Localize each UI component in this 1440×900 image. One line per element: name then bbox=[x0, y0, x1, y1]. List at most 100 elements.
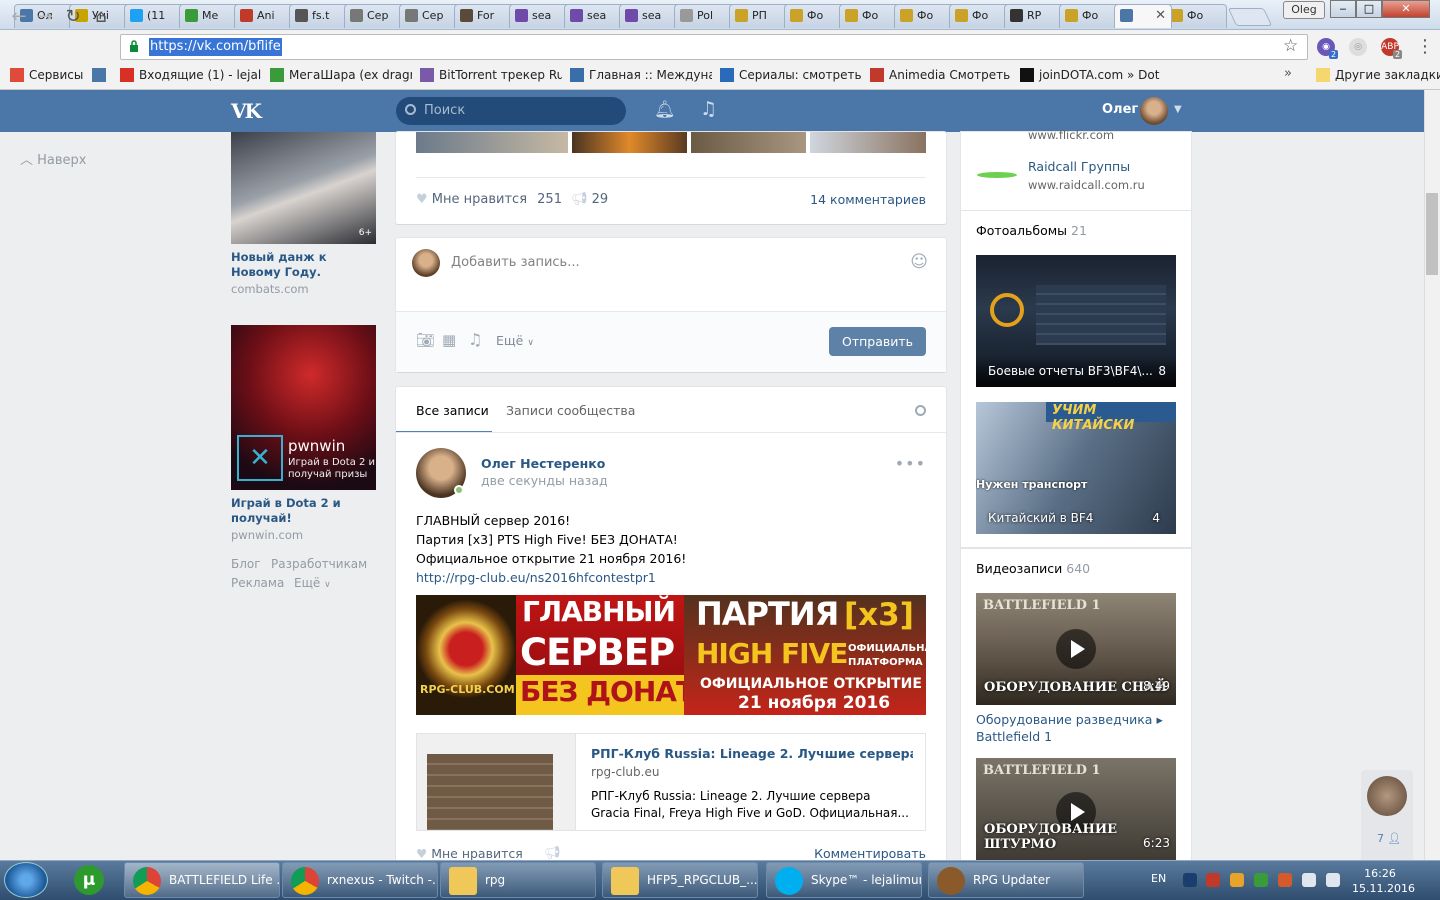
link-snippet[interactable]: РПГ-Клуб Russia: Lineage 2. Лучшие серве… bbox=[416, 733, 926, 831]
tab[interactable]: Сер bbox=[344, 4, 407, 28]
ad-image-pwnwin[interactable]: ✕ pwnwin Играй в Dota 2 и получай призы bbox=[231, 325, 376, 490]
close-icon[interactable]: ✕ bbox=[1155, 5, 1166, 27]
avatar[interactable] bbox=[412, 249, 440, 277]
forward-arrow-icon[interactable]: → bbox=[34, 7, 56, 27]
volume-icon[interactable] bbox=[1326, 873, 1340, 887]
tab[interactable]: sea bbox=[619, 4, 682, 28]
like-button[interactable]: ♥ Мне нравится 251 bbox=[416, 192, 562, 207]
language-indicator[interactable]: EN bbox=[1151, 872, 1166, 885]
ad-image-combats[interactable]: 6+ bbox=[231, 132, 376, 244]
tab-community-posts[interactable]: Записи сообщества bbox=[506, 403, 635, 418]
link-title[interactable]: Raidcall Группы bbox=[1028, 159, 1130, 174]
tab[interactable]: Pol bbox=[674, 4, 737, 28]
profile-badge[interactable]: Oleg bbox=[1283, 1, 1325, 19]
video-icon[interactable]: ▦ bbox=[442, 331, 456, 349]
ad-text-combats[interactable]: Новый данж к Новому Году. combats.com bbox=[231, 250, 376, 296]
bell-icon[interactable]: 🔔︎ bbox=[654, 100, 676, 120]
post-photo[interactable] bbox=[572, 132, 687, 153]
home-icon[interactable]: ⌂ bbox=[90, 7, 112, 27]
start-button[interactable] bbox=[4, 862, 48, 898]
comments-link[interactable]: 14 комментариев bbox=[810, 192, 926, 207]
videos-header[interactable]: Видеозаписи 640 bbox=[976, 561, 1090, 576]
post-photo[interactable] bbox=[416, 132, 568, 153]
video-thumbnail[interactable]: BATTLEFIELD 1 ОБОРУДОВАНИЕ ШТУРМО 6:23 bbox=[976, 758, 1176, 862]
tab[interactable]: Фо bbox=[1059, 4, 1122, 28]
like-button[interactable]: ♥ Мне нравится bbox=[416, 846, 523, 861]
reload-icon[interactable]: ↻ bbox=[62, 7, 84, 27]
friend-avatar[interactable] bbox=[1367, 776, 1407, 816]
window-close-button[interactable]: ✕ bbox=[1382, 0, 1430, 18]
bookmark-item[interactable]: joinDOTA.com » Dota bbox=[1020, 66, 1160, 84]
bookmark-item[interactable]: Главная :: Междунар bbox=[570, 66, 712, 84]
tab[interactable]: Фо bbox=[1164, 4, 1227, 28]
taskbar-item[interactable]: rxnexus - Twitch -... bbox=[282, 862, 438, 898]
tray-app-icon[interactable] bbox=[1230, 873, 1244, 887]
extension-gray-icon[interactable]: ◎ bbox=[1349, 38, 1367, 56]
tab[interactable]: Ani bbox=[234, 4, 297, 28]
tab[interactable]: Сер bbox=[399, 4, 462, 28]
other-bookmarks[interactable]: Другие закладки bbox=[1316, 66, 1440, 84]
bookmark-item[interactable]: Сериалы: смотреть о bbox=[720, 66, 862, 84]
taskbar-item[interactable]: HFP5_RPGCLUB_... bbox=[602, 862, 758, 898]
clock[interactable]: 16:26 15.11.2016 bbox=[1352, 866, 1415, 896]
tab[interactable]: Фо bbox=[894, 4, 957, 28]
footer-blog-link[interactable]: Блог bbox=[231, 557, 261, 571]
tray-app-icon[interactable] bbox=[1278, 873, 1292, 887]
steam-icon[interactable] bbox=[1183, 873, 1197, 887]
post-link[interactable]: http://rpg-club.eu/ns2016hfcontestpr1 bbox=[416, 568, 686, 587]
vk-logo[interactable]: VK bbox=[231, 99, 265, 123]
taskbar-item[interactable]: BATTLEFIELD Life ... bbox=[124, 862, 280, 898]
bookmark-item[interactable] bbox=[92, 66, 114, 84]
post-photo[interactable] bbox=[691, 132, 806, 153]
tab[interactable]: Фо bbox=[784, 4, 847, 28]
network-icon[interactable] bbox=[1302, 873, 1316, 887]
composer-input[interactable]: Добавить запись... bbox=[451, 255, 580, 270]
search-icon[interactable] bbox=[915, 405, 926, 416]
video-title[interactable]: Оборудование разведчика ▸ Battlefield 1 bbox=[976, 711, 1176, 745]
chevron-down-icon[interactable]: ▼ bbox=[1174, 104, 1182, 115]
post-time[interactable]: две секунды назад bbox=[481, 473, 608, 488]
bookmark-item[interactable]: BitTorrent трекер RuT bbox=[420, 66, 562, 84]
submit-button[interactable]: Отправить bbox=[829, 327, 926, 356]
address-bar[interactable] bbox=[120, 34, 1308, 60]
tab[interactable]: Фо bbox=[949, 4, 1012, 28]
tab[interactable]: RP bbox=[1004, 4, 1067, 28]
tab[interactable]: ✕ bbox=[1114, 4, 1172, 28]
bookmarks-overflow-icon[interactable]: » bbox=[1284, 66, 1292, 81]
bookmark-item[interactable]: Animedia Смотреть А bbox=[870, 66, 1012, 84]
ad-title[interactable]: Играй в Dota 2 и получай! bbox=[231, 496, 376, 526]
music-note-icon[interactable]: ♫ bbox=[700, 98, 717, 120]
play-icon[interactable] bbox=[1056, 629, 1096, 669]
ad-title[interactable]: Новый данж к Новому Году. bbox=[231, 250, 376, 280]
maximize-button[interactable]: □ bbox=[1356, 0, 1382, 18]
bookmark-item[interactable]: МегаШара (ex dragm bbox=[270, 66, 412, 84]
back-arrow-icon[interactable]: ← bbox=[8, 7, 30, 27]
tray-app-icon[interactable] bbox=[1254, 873, 1268, 887]
post-banner-image[interactable]: RPG-CLUB.COM ГЛАВНЫЙ СЕРВЕР БЕЗ ДОНАТА П… bbox=[416, 595, 926, 715]
scrollbar-thumb[interactable] bbox=[1426, 193, 1438, 275]
search-input[interactable]: Поиск bbox=[396, 97, 626, 125]
tab[interactable]: РП bbox=[729, 4, 792, 28]
minimize-button[interactable]: ‒ bbox=[1330, 0, 1356, 18]
share-button[interactable]: 📢︎ 29 bbox=[571, 192, 608, 207]
megaphone-icon[interactable]: 📢︎ bbox=[544, 846, 561, 861]
tab[interactable]: sea bbox=[509, 4, 572, 28]
online-friends-widget[interactable]: 7 👤︎ bbox=[1361, 770, 1413, 860]
taskbar-item[interactable]: RPG Updater bbox=[928, 862, 1084, 898]
bookmark-item[interactable]: Входящие (1) - lejalim bbox=[120, 66, 262, 84]
post-photo[interactable] bbox=[810, 132, 926, 153]
tab[interactable]: For bbox=[454, 4, 517, 28]
snippet-title[interactable]: РПГ-Клуб Russia: Lineage 2. Лучшие серве… bbox=[591, 746, 913, 761]
footer-more-link[interactable]: Ещё ∨ bbox=[294, 576, 331, 590]
tab[interactable]: sea bbox=[564, 4, 627, 28]
tab[interactable]: fs.t bbox=[289, 4, 352, 28]
footer-ads-link[interactable]: Реклама bbox=[231, 576, 284, 590]
url-text[interactable]: https://vk.com/bflife bbox=[149, 38, 282, 56]
utorrent-pinned[interactable]: µ bbox=[66, 862, 116, 898]
music-note-icon[interactable]: ♫ bbox=[468, 330, 482, 349]
tray-app-icon[interactable] bbox=[1206, 873, 1220, 887]
comment-link[interactable]: Комментировать bbox=[814, 846, 926, 861]
tab-all-posts[interactable]: Все записи bbox=[416, 403, 489, 418]
header-username[interactable]: Олег bbox=[1102, 102, 1138, 117]
albums-header[interactable]: Фотоальбомы 21 bbox=[976, 223, 1087, 238]
